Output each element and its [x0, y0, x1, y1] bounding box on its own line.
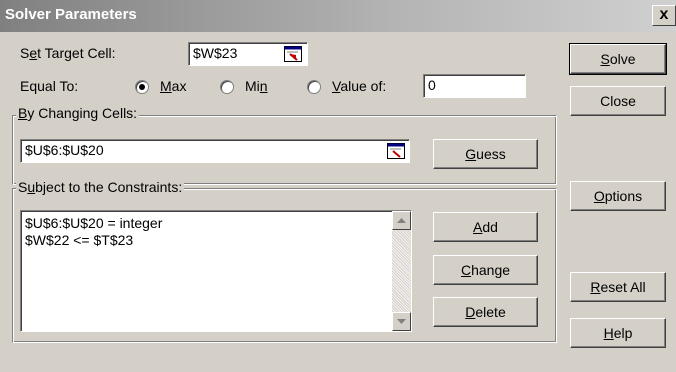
value-of-radio[interactable] — [307, 80, 321, 94]
guess-button[interactable]: Guess — [433, 139, 538, 169]
value-of-value: 0 — [428, 77, 436, 93]
target-cell-collapse-icon[interactable] — [281, 44, 305, 64]
list-item[interactable]: $W$22 <= $T$23 — [25, 232, 133, 248]
value-of-input[interactable]: 0 — [423, 74, 526, 98]
equal-to-label: Equal To: — [20, 78, 79, 94]
constraints-scrollbar[interactable] — [392, 211, 411, 331]
title-bar: Solver Parameters x — [0, 0, 676, 32]
scroll-up-icon[interactable] — [392, 211, 411, 230]
target-cell-label: Set Target Cell: — [20, 45, 116, 61]
max-radio[interactable] — [135, 80, 149, 94]
min-radio[interactable] — [220, 80, 234, 94]
delete-button[interactable]: Delete — [433, 297, 538, 327]
reset-all-button[interactable]: Reset All — [570, 272, 666, 302]
changing-cells-input[interactable]: $U$6:$U$20 — [20, 139, 410, 163]
changing-cells-value: $U$6:$U$20 — [25, 142, 104, 158]
min-label: Min — [245, 78, 268, 94]
add-button[interactable]: Add — [433, 212, 538, 242]
close-button[interactable]: Close — [570, 86, 666, 116]
options-button[interactable]: Options — [570, 181, 666, 211]
changing-cells-collapse-icon[interactable] — [384, 141, 408, 161]
help-button[interactable]: Help — [570, 318, 666, 348]
value-of-label: Value of: — [332, 78, 387, 94]
close-icon: x — [659, 6, 669, 23]
change-button[interactable]: Change — [433, 255, 538, 285]
target-cell-value: $W$23 — [193, 45, 238, 61]
close-window-button[interactable]: x — [652, 5, 676, 26]
window-title: Solver Parameters — [5, 6, 137, 23]
max-label: Max — [160, 78, 187, 94]
list-item[interactable]: $U$6:$U$20 = integer — [25, 215, 162, 231]
constraints-list[interactable]: $U$6:$U$20 = integer $W$22 <= $T$23 — [20, 210, 412, 332]
constraints-label: Subject to the Constraints: — [16, 179, 185, 195]
changing-cells-label: By Changing Cells: — [16, 105, 140, 121]
solve-button[interactable]: Solve — [569, 43, 667, 75]
scroll-down-icon[interactable] — [392, 312, 411, 331]
